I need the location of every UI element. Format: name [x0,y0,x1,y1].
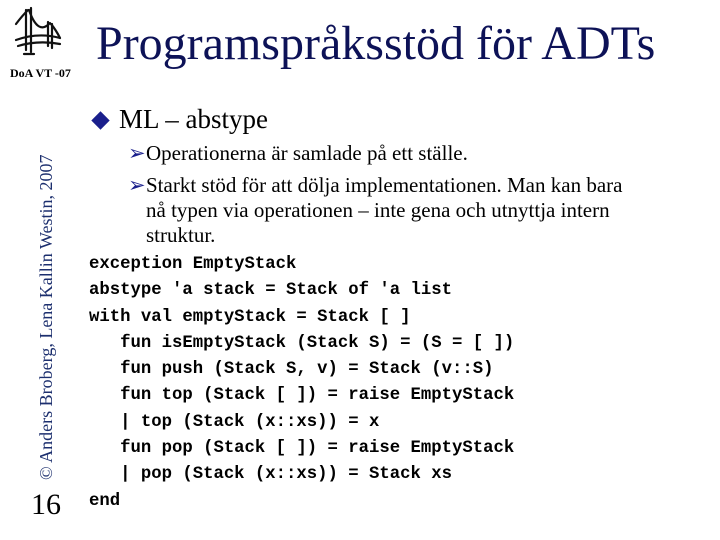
code-line: abstype 'a stack = Stack of 'a list [89,281,452,301]
code-line: | pop (Stack (x::xs)) = Stack xs [89,465,452,485]
arrow-bullet-icon: ➢ [128,173,146,197]
arrow-bullet-icon: ➢ [128,141,146,165]
code-line: fun pop (Stack [ ]) = raise EmptyStack [89,439,515,459]
slide-title: Programspråksstöd för ADTs [96,17,656,70]
subpoint-text-continued: nå typen via operationen – inte gena och… [146,198,610,222]
subpoint-text: Starkt stöd för att dölja implementation… [146,173,623,197]
diamond-bullet-icon [91,111,110,130]
code-line: with val emptyStack = Stack [ ] [89,307,411,327]
code-line: fun isEmptyStack (Stack S) = (S = [ ]) [89,333,515,353]
copyright-notice: © Anders Broberg, Lena Kallin Westin, 20… [36,154,56,480]
logo [14,6,62,56]
course-label: DoA VT -07 [10,66,71,80]
bridge-icon [14,6,62,56]
code-line: exception EmptyStack [89,255,297,274]
page-number: 16 [31,488,61,521]
subpoint-text: Operationerna är samlade på ett ställe. [146,141,468,165]
code-block: exception EmptyStack abstype 'a stack = S… [89,252,514,515]
code-line: fun push (Stack S, v) = Stack (v::S) [89,360,494,380]
subpoint-1: ➢Operationerna är samlade på ett ställe. [128,141,468,166]
code-line: | top (Stack (x::xs)) = x [89,412,380,432]
subpoint-2: ➢Starkt stöd för att dölja implementatio… [128,173,622,248]
bullet-text: ML – abstype [119,104,268,134]
code-line: end [89,491,121,511]
subpoint-text-continued: struktur. [146,223,216,247]
code-line: fun top (Stack [ ]) = raise EmptyStack [89,386,515,406]
bullet-item: ML – abstype [91,104,268,135]
